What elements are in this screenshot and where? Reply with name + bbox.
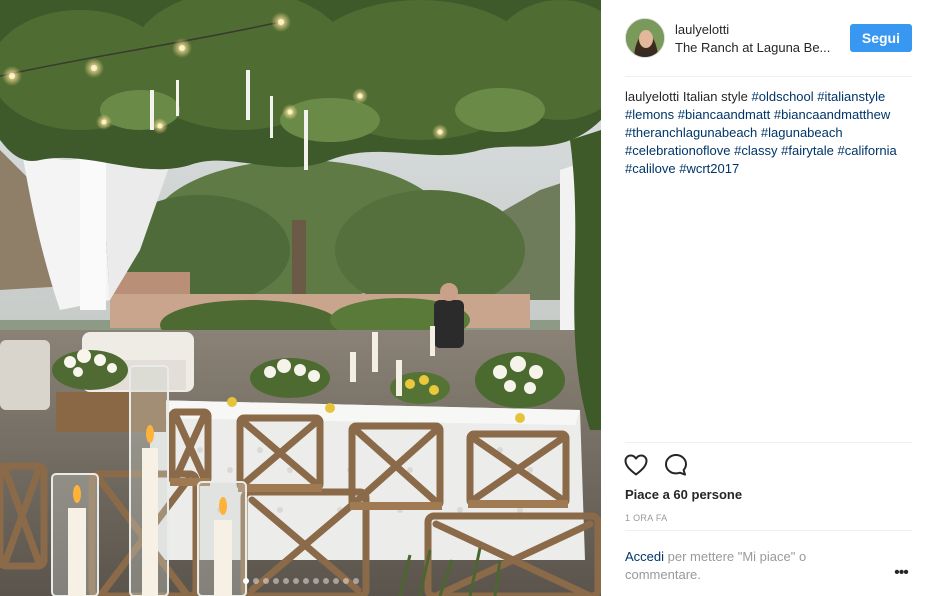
hashtag-link[interactable]: #lagunabeach [761, 125, 843, 140]
post-author-username[interactable]: laulyelotti [675, 22, 729, 37]
carousel-indicator[interactable] [0, 578, 601, 584]
carousel-dot[interactable] [322, 578, 329, 584]
post-location[interactable]: The Ranch at Laguna Be... [675, 40, 835, 55]
carousel-dot[interactable] [302, 578, 309, 584]
carousel-dot[interactable] [312, 578, 319, 584]
caption-text: Italian style [682, 89, 748, 104]
carousel-dot[interactable] [282, 578, 289, 584]
post-caption: laulyelotti Italian style #oldschool #it… [625, 88, 915, 178]
divider [625, 76, 912, 77]
divider [625, 442, 912, 443]
avatar-image [626, 19, 664, 57]
caption-username[interactable]: laulyelotti [625, 89, 679, 104]
carousel-dot[interactable] [242, 578, 249, 584]
login-link[interactable]: Accedi [625, 549, 664, 564]
hashtag-link[interactable]: #italianstyle [817, 89, 885, 104]
carousel-dot[interactable] [342, 578, 349, 584]
hashtag-link[interactable]: #oldschool [752, 89, 814, 104]
hashtag-link[interactable]: #fairytale [781, 143, 834, 158]
more-options-button[interactable]: ••• [891, 564, 911, 581]
hashtag-link[interactable]: #biancaandmatt [678, 107, 771, 122]
carousel-dot[interactable] [332, 578, 339, 584]
follow-button[interactable]: Segui [849, 24, 912, 52]
avatar[interactable] [625, 18, 665, 58]
hashtag-link[interactable]: #classy [734, 143, 777, 158]
login-prompt: Accedi per mettere "Mi piace" o commenta… [625, 548, 855, 584]
post-side-panel: laulyelotti The Ranch at Laguna Be... Se… [601, 0, 927, 596]
hashtag-link[interactable]: #california [838, 143, 897, 158]
carousel-dot[interactable] [262, 578, 269, 584]
carousel-dot[interactable] [272, 578, 279, 584]
post-photo[interactable] [0, 0, 601, 596]
post-header: laulyelotti The Ranch at Laguna Be... Se… [625, 18, 912, 60]
likes-count[interactable]: Piace a 60 persone [625, 487, 742, 502]
heart-icon[interactable] [623, 452, 649, 478]
carousel-dot[interactable] [352, 578, 359, 584]
hashtag-link[interactable]: #theranchlagunabeach [625, 125, 757, 140]
hashtag-link[interactable]: #lemons [625, 107, 674, 122]
hashtag-link[interactable]: #celebrationoflove [625, 143, 731, 158]
carousel-dot[interactable] [252, 578, 259, 584]
post-timestamp[interactable]: 1 ORA FA [625, 513, 667, 523]
post-photo-illustration [0, 0, 601, 596]
post-actions [623, 452, 689, 478]
divider [625, 530, 912, 531]
hashtag-link[interactable]: #biancaandmatthew [774, 107, 890, 122]
carousel-dot[interactable] [292, 578, 299, 584]
hashtag-link[interactable]: #calilove [625, 161, 676, 176]
comment-icon[interactable] [663, 452, 689, 478]
hashtag-link[interactable]: #wcrt2017 [679, 161, 739, 176]
